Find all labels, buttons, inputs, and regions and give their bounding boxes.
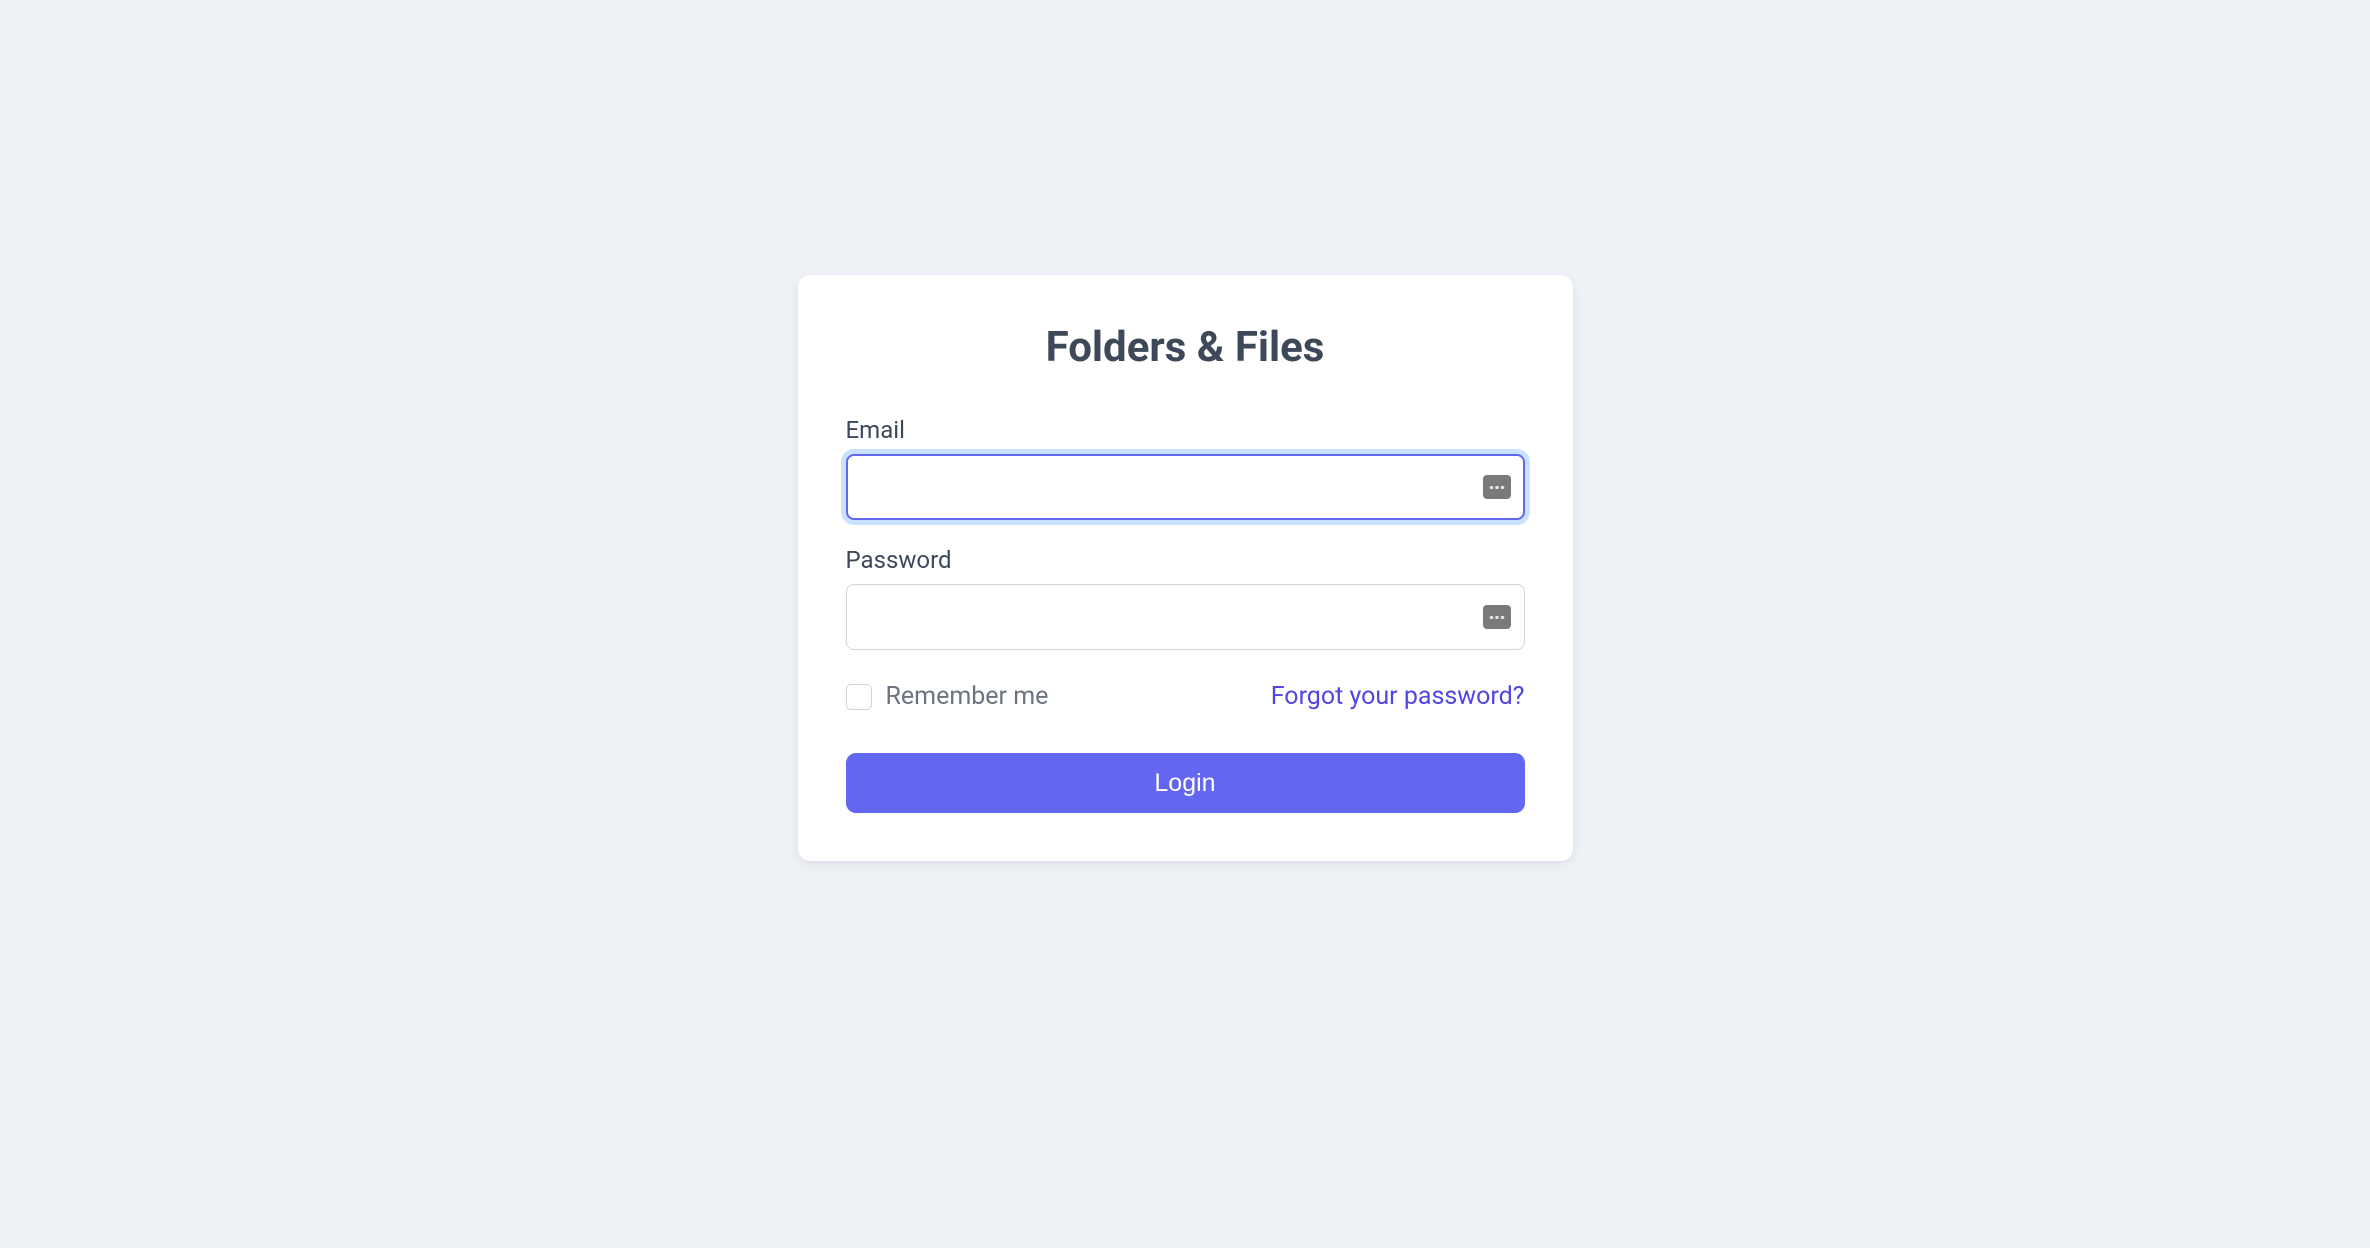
- email-input[interactable]: [846, 454, 1525, 520]
- password-form-group: Password: [846, 546, 1525, 650]
- remember-me-label[interactable]: Remember me: [886, 682, 1049, 711]
- password-input-wrapper: [846, 584, 1525, 650]
- login-button[interactable]: Login: [846, 753, 1525, 813]
- email-form-group: Email: [846, 416, 1525, 520]
- email-input-wrapper: [846, 454, 1525, 520]
- app-title: Folders & Files: [846, 323, 1525, 372]
- password-input[interactable]: [846, 584, 1525, 650]
- login-card: Folders & Files Email Password Remember …: [798, 275, 1573, 861]
- forgot-password-link[interactable]: Forgot your password?: [1271, 682, 1525, 711]
- remember-me-wrapper: Remember me: [846, 682, 1049, 711]
- email-label: Email: [846, 416, 1525, 444]
- remember-me-checkbox[interactable]: [846, 684, 872, 710]
- password-label: Password: [846, 546, 1525, 574]
- credential-autofill-icon[interactable]: [1483, 605, 1511, 629]
- form-footer: Remember me Forgot your password?: [846, 682, 1525, 711]
- credential-autofill-icon[interactable]: [1483, 475, 1511, 499]
